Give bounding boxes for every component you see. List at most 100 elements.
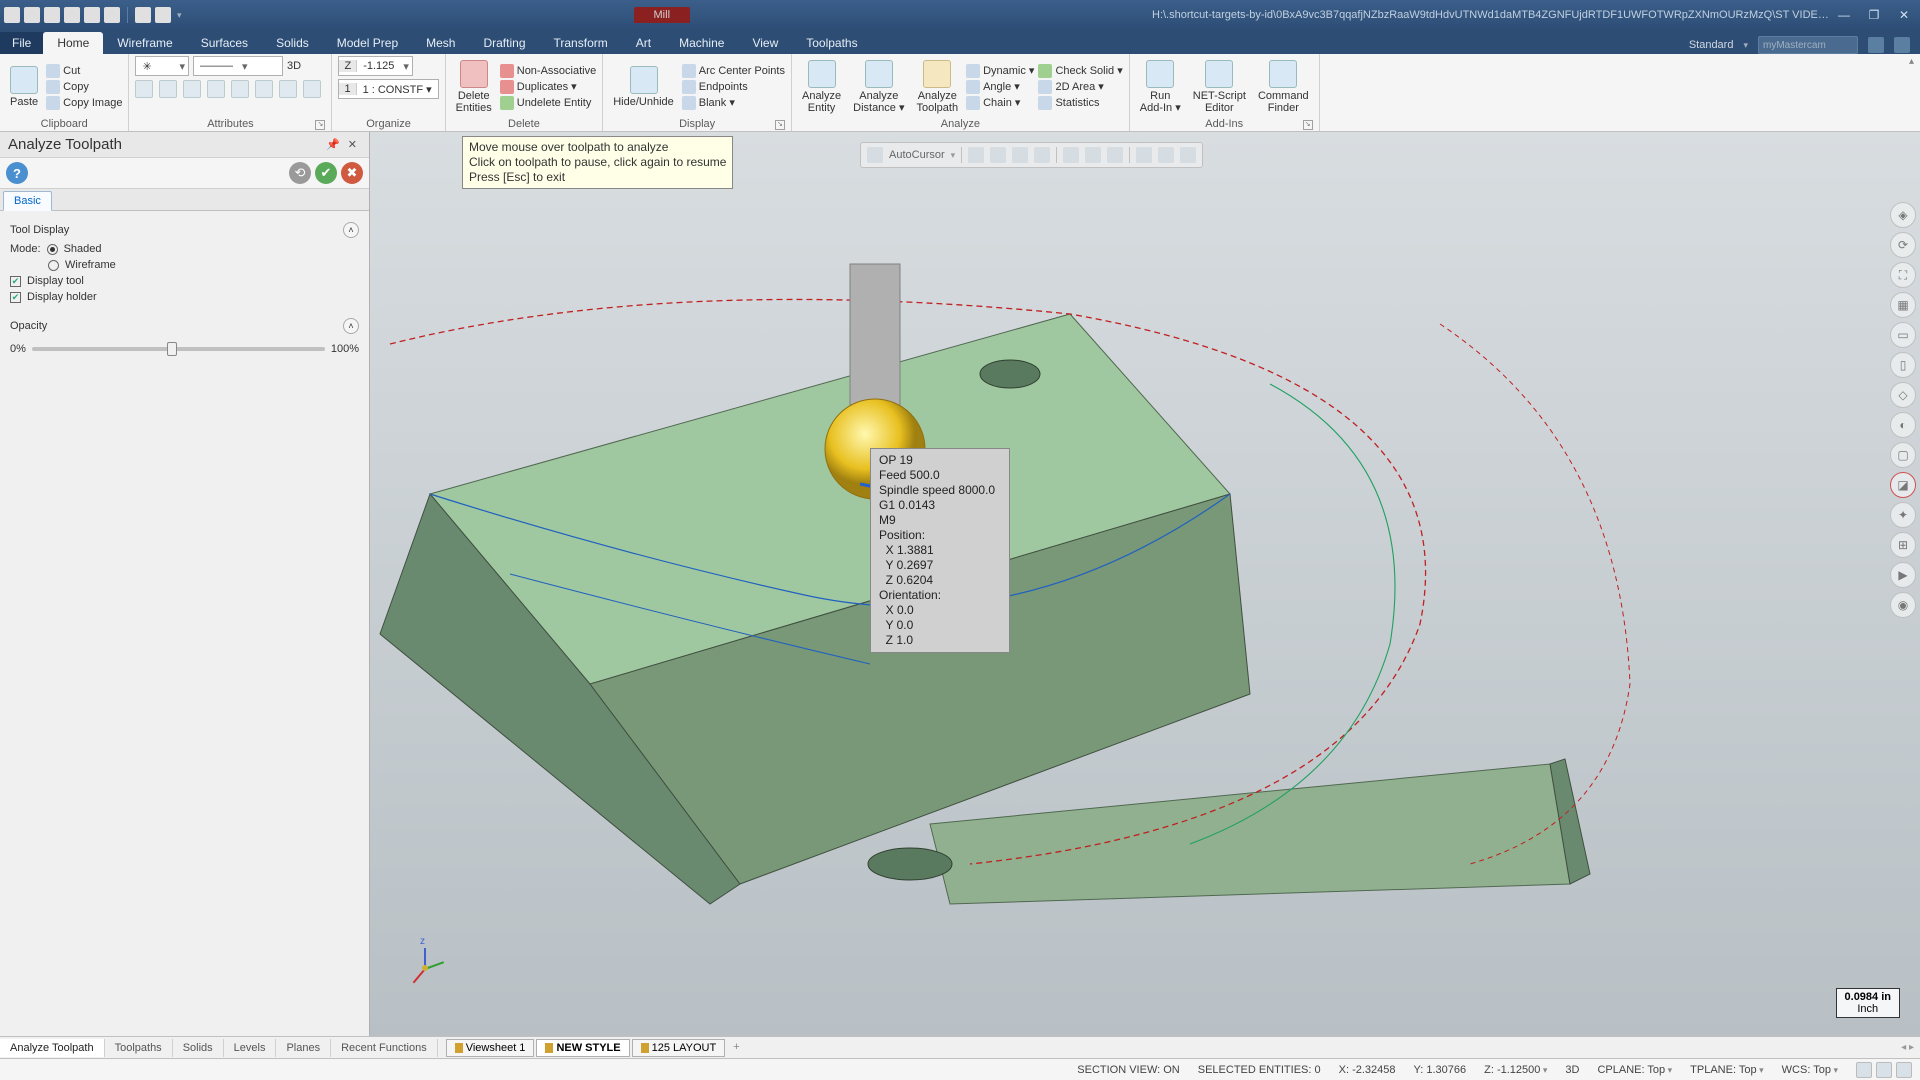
gnomon-icon[interactable]: ◈ [1890,202,1916,228]
minimize-button[interactable]: — [1832,6,1856,24]
angle-button[interactable]: Angle ▾ [966,80,1034,94]
section-tool-display[interactable]: Tool Display ˄ [10,219,359,241]
paste-button[interactable]: Paste [6,64,42,110]
snap-icon[interactable] [867,147,883,163]
cancel-button[interactable]: ✖ [341,162,363,184]
tab-levels-mgr[interactable]: Levels [224,1039,277,1057]
set-all-button[interactable] [255,80,273,98]
show-axes-icon[interactable]: ✦ [1890,502,1916,528]
top-view-icon[interactable]: ▦ [1890,292,1916,318]
analyze-entity-button[interactable]: Analyze Entity [798,58,845,116]
arc-center-button[interactable]: Arc Center Points [682,64,785,78]
mode-3d-label[interactable]: 3D [287,60,301,72]
endpoints-button[interactable]: Endpoints [682,80,785,94]
section-opacity[interactable]: Opacity ˄ [10,315,359,337]
screenshot-icon[interactable] [84,7,100,23]
radio-shaded[interactable] [47,244,58,255]
add-viewsheet-button[interactable]: + [727,1039,745,1057]
tab-surfaces[interactable]: Surfaces [187,32,262,54]
show-grid-icon[interactable]: ⊞ [1890,532,1916,558]
attribute-button-2[interactable] [279,80,297,98]
non-associative-button[interactable]: Non-Associative [500,64,596,78]
tplane-field[interactable]: TPLANE: Top [1690,1064,1763,1076]
checkbox-display-holder[interactable]: ✔ [10,292,21,303]
front-view-icon[interactable]: ▭ [1890,322,1916,348]
panel-close-icon[interactable]: ✕ [344,138,361,151]
command-finder-button[interactable]: Command Finder [1254,58,1313,116]
new-icon[interactable] [4,7,20,23]
launcher-icon[interactable]: ↘ [775,120,785,130]
tab-recent-functions[interactable]: Recent Functions [331,1039,438,1057]
redo-icon[interactable] [155,7,171,23]
duplicates-button[interactable]: Duplicates ▾ [500,80,596,94]
save-icon[interactable] [24,7,40,23]
dynamic-button[interactable]: Dynamic ▾ [966,64,1034,78]
collapse-icon[interactable]: ˄ [343,222,359,238]
autocursor-label[interactable]: AutoCursor [889,149,945,161]
tab-transform[interactable]: Transform [540,32,622,54]
backplot-icon[interactable]: ▶ [1890,562,1916,588]
cut-button[interactable]: Cut [46,64,122,78]
collapse-icon[interactable]: ˄ [343,318,359,334]
launcher-icon[interactable]: ↘ [1303,120,1313,130]
tab-solids-mgr[interactable]: Solids [173,1039,224,1057]
filter-icon[interactable] [1136,147,1152,163]
radio-wireframe[interactable] [48,260,59,271]
attribute-button-3[interactable] [303,80,321,98]
viewsheet-1[interactable]: Viewsheet 1 [446,1039,535,1057]
workspace-label[interactable]: Standard [1689,39,1734,51]
snap-mid-icon[interactable] [1012,147,1028,163]
refresh-icon[interactable] [1158,147,1174,163]
tab-mesh[interactable]: Mesh [412,32,469,54]
ok-button[interactable]: ✔ [315,162,337,184]
restore-button[interactable]: ❐ [1862,6,1886,24]
section-view-status[interactable]: SECTION VIEW: ON [1077,1064,1179,1076]
tab-solids[interactable]: Solids [262,32,323,54]
analyze-distance-button[interactable]: Analyze Distance ▾ [849,58,908,116]
wireframe-view-icon[interactable]: ▢ [1890,442,1916,468]
statistics-button[interactable]: Statistics [1038,96,1122,110]
tab-wireframe[interactable]: Wireframe [103,32,186,54]
tab-art[interactable]: Art [622,32,665,54]
tab-planes-mgr[interactable]: Planes [276,1039,331,1057]
section-view-icon[interactable]: ◪ [1890,472,1916,498]
snap-point-icon[interactable] [990,147,1006,163]
community-icon[interactable] [1868,37,1884,53]
tab-home[interactable]: Home [43,32,103,54]
fit-icon[interactable]: ⛶ [1890,262,1916,288]
close-button[interactable]: ✕ [1892,6,1916,24]
undo-icon[interactable] [135,7,151,23]
back-button[interactable]: ⟲ [289,162,311,184]
print-icon[interactable] [64,7,80,23]
hide-unhide-button[interactable]: Hide/Unhide [609,64,678,110]
opacity-slider[interactable] [32,347,325,351]
tab-toolpaths[interactable]: Toolpaths [792,32,871,54]
help-icon[interactable] [1894,37,1910,53]
viewsheet-125-layout[interactable]: 125 LAYOUT [632,1039,726,1057]
checkbox-display-tool[interactable]: ✔ [10,276,21,287]
cursor-z[interactable]: Z: -1.12500 [1484,1064,1547,1076]
copy-icon[interactable] [104,7,120,23]
lineweight-button[interactable] [183,80,201,98]
tab-drafting[interactable]: Drafting [469,32,539,54]
mymastercam-search[interactable]: myMastercam [1758,36,1858,54]
color-button[interactable] [135,80,153,98]
clear-colors-button[interactable] [231,80,249,98]
attribute-button[interactable] [207,80,225,98]
window-select-icon[interactable] [1085,147,1101,163]
autocursor-dropdown-icon[interactable]: ▾ [951,150,956,161]
viewsheet-new-style[interactable]: NEW STYLE [536,1039,629,1057]
point-style-dropdown[interactable]: ✳▾ [135,56,189,76]
check-solid-button[interactable]: Check Solid ▾ [1038,64,1122,78]
wcs-field[interactable]: WCS: Top [1782,1064,1838,1076]
launcher-icon[interactable]: ↘ [315,120,325,130]
viewsheet-nav[interactable]: ◂ ▸ [1895,1042,1920,1053]
right-view-icon[interactable]: ▯ [1890,352,1916,378]
blank-button[interactable]: Blank ▾ [682,96,785,110]
material-button[interactable] [159,80,177,98]
file-menu[interactable]: File [0,32,43,54]
qat-dropdown-icon[interactable]: ▾ [175,10,184,21]
open-icon[interactable] [44,7,60,23]
copy-image-button[interactable]: Copy Image [46,96,122,110]
workspace-dropdown-icon[interactable]: ▾ [1743,40,1748,51]
